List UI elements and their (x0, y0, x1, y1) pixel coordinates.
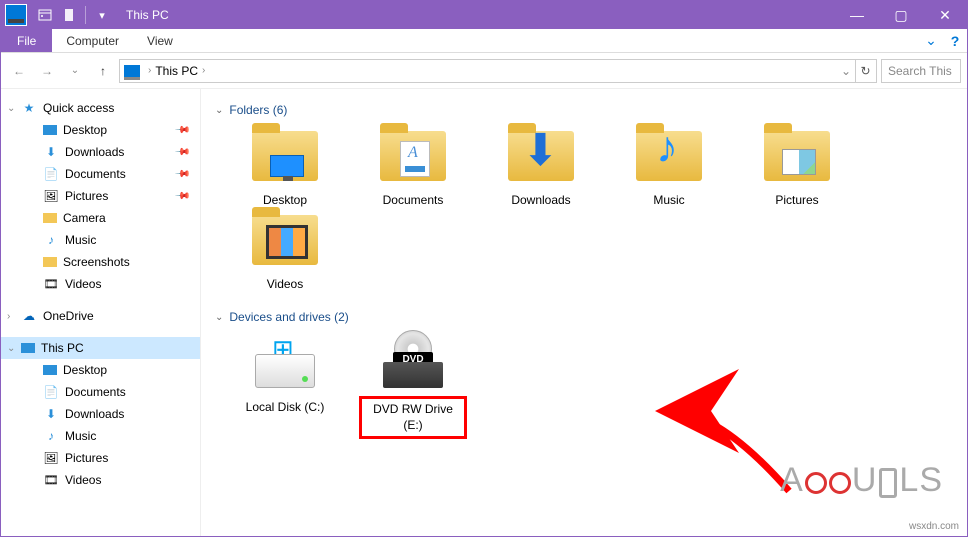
nav-pc-desktop[interactable]: Desktop (1, 359, 200, 381)
qat-new[interactable] (57, 5, 81, 25)
nav-screenshots[interactable]: Screenshots (1, 251, 200, 273)
desktop-icon (43, 125, 57, 135)
nav-back[interactable]: ← (7, 59, 31, 83)
hdd-icon: ⊞ (250, 338, 320, 388)
group-drives-header[interactable]: ⌄Devices and drives (2) (215, 310, 953, 324)
downloads-icon: ⬇ (522, 125, 559, 176)
breadcrumb-sep: › (202, 65, 205, 76)
qat-properties[interactable] (33, 5, 57, 25)
videos-icon (266, 225, 308, 259)
nav-recent[interactable]: ⌄ (63, 59, 87, 83)
music-icon: ♪ (43, 232, 59, 248)
downloads-icon: ⬇ (43, 406, 59, 422)
desktop-icon (43, 365, 57, 375)
music-icon: ♪ (43, 428, 59, 444)
desktop-icon (270, 155, 304, 177)
tile-videos[interactable]: Videos (235, 209, 335, 293)
documents-icon: 📄 (43, 384, 59, 400)
nav-up[interactable]: ↑ (91, 59, 115, 83)
chevron-down-icon: ⌄ (215, 312, 223, 323)
title-bar: ▾ This PC — ▢ ✕ (1, 1, 967, 29)
videos-icon: 🎞 (43, 276, 59, 292)
navigation-pane[interactable]: ⌄ ★ Quick access Desktop📌 ⬇Downloads📌 📄D… (1, 89, 201, 536)
downloads-icon: ⬇ (43, 144, 59, 160)
nav-camera[interactable]: Camera (1, 207, 200, 229)
nav-pictures[interactable]: 🖼Pictures📌 (1, 185, 200, 207)
documents-icon (400, 141, 430, 177)
tile-dvd-rw-drive-e[interactable]: DVD DVD RW Drive (E:) (363, 332, 463, 435)
thispc-icon (21, 343, 35, 353)
window-title: This PC (126, 8, 169, 22)
minimize-button[interactable]: — (835, 1, 879, 29)
close-button[interactable]: ✕ (923, 1, 967, 29)
system-icon[interactable] (5, 4, 27, 26)
search-input[interactable]: Search This (881, 59, 961, 83)
search-placeholder: Search This (888, 64, 952, 78)
breadcrumb-sep: › (148, 65, 151, 76)
tile-pictures[interactable]: Pictures (747, 125, 847, 209)
pin-icon: 📌 (173, 144, 190, 161)
tile-local-disk-c[interactable]: ⊞ Local Disk (C:) (235, 332, 335, 435)
tile-documents[interactable]: Documents (363, 125, 463, 209)
maximize-button[interactable]: ▢ (879, 1, 923, 29)
nav-music[interactable]: ♪Music (1, 229, 200, 251)
chevron-down-icon: ⌄ (7, 103, 15, 114)
nav-downloads[interactable]: ⬇Downloads📌 (1, 141, 200, 163)
chevron-down-icon: ⌄ (215, 105, 223, 116)
nav-documents[interactable]: 📄Documents📌 (1, 163, 200, 185)
folders-tiles: Desktop Documents ⬇Downloads ♪Music Pict… (235, 125, 953, 292)
nav-videos[interactable]: 🎞Videos (1, 273, 200, 295)
watermark-credit: wsxdn.com (909, 521, 959, 532)
nav-desktop[interactable]: Desktop📌 (1, 119, 200, 141)
help-button[interactable]: ? (943, 29, 967, 52)
refresh-button[interactable]: ↻ (855, 59, 877, 83)
tile-music[interactable]: ♪Music (619, 125, 719, 209)
pin-icon: 📌 (173, 188, 190, 205)
pictures-icon: 🖼 (43, 188, 59, 204)
nav-this-pc[interactable]: ⌄This PC (1, 337, 200, 359)
videos-icon: 🎞 (43, 472, 59, 488)
nav-onedrive[interactable]: ›☁OneDrive (1, 305, 200, 327)
star-icon: ★ (21, 100, 37, 116)
folder-icon (43, 257, 57, 267)
pin-icon: 📌 (173, 122, 190, 139)
ribbon-tabs: File Computer View ⌄ ? (1, 29, 967, 53)
watermark-logo: AULS (780, 461, 943, 500)
tile-downloads[interactable]: ⬇Downloads (491, 125, 591, 209)
main-area: ⌄ ★ Quick access Desktop📌 ⬇Downloads📌 📄D… (1, 89, 967, 536)
pictures-icon: 🖼 (43, 450, 59, 466)
music-icon: ♪ (656, 123, 678, 173)
pictures-icon (782, 149, 816, 175)
documents-icon: 📄 (43, 166, 59, 182)
nav-quick-access[interactable]: ⌄ ★ Quick access (1, 97, 200, 119)
tile-desktop[interactable]: Desktop (235, 125, 335, 209)
tab-computer[interactable]: Computer (52, 29, 133, 52)
qat-divider (85, 6, 86, 24)
qat-dropdown[interactable]: ▾ (90, 5, 114, 25)
nav-pc-downloads[interactable]: ⬇Downloads (1, 403, 200, 425)
nav-forward[interactable]: → (35, 59, 59, 83)
thispc-icon (124, 65, 140, 77)
chevron-right-icon: › (7, 311, 10, 322)
group-folders-header[interactable]: ⌄Folders (6) (215, 103, 953, 117)
address-bar-row: ← → ⌄ ↑ › This PC › ⌄ ↻ Search This (1, 53, 967, 89)
pin-icon: 📌 (173, 166, 190, 183)
nav-pc-music[interactable]: ♪Music (1, 425, 200, 447)
breadcrumb-item[interactable]: This PC (155, 64, 198, 78)
chevron-down-icon: ⌄ (7, 343, 15, 354)
folder-icon (43, 213, 57, 223)
content-pane[interactable]: ⌄Folders (6) Desktop Documents ⬇Download… (201, 89, 967, 536)
drives-tiles: ⊞ Local Disk (C:) DVD DVD RW Drive (E:) (235, 332, 953, 435)
tab-file[interactable]: File (1, 29, 52, 52)
breadcrumb[interactable]: › This PC › ⌄ (119, 59, 856, 83)
onedrive-icon: ☁ (21, 308, 37, 324)
nav-pc-documents[interactable]: 📄Documents (1, 381, 200, 403)
nav-pc-pictures[interactable]: 🖼Pictures (1, 447, 200, 469)
tab-view[interactable]: View (133, 29, 187, 52)
address-dropdown[interactable]: ⌄ (841, 64, 851, 78)
quick-access-toolbar: ▾ (5, 4, 114, 26)
ribbon-expand[interactable]: ⌄ (919, 29, 943, 52)
dvd-drive-icon: DVD (378, 338, 448, 388)
nav-pc-videos[interactable]: 🎞Videos (1, 469, 200, 491)
